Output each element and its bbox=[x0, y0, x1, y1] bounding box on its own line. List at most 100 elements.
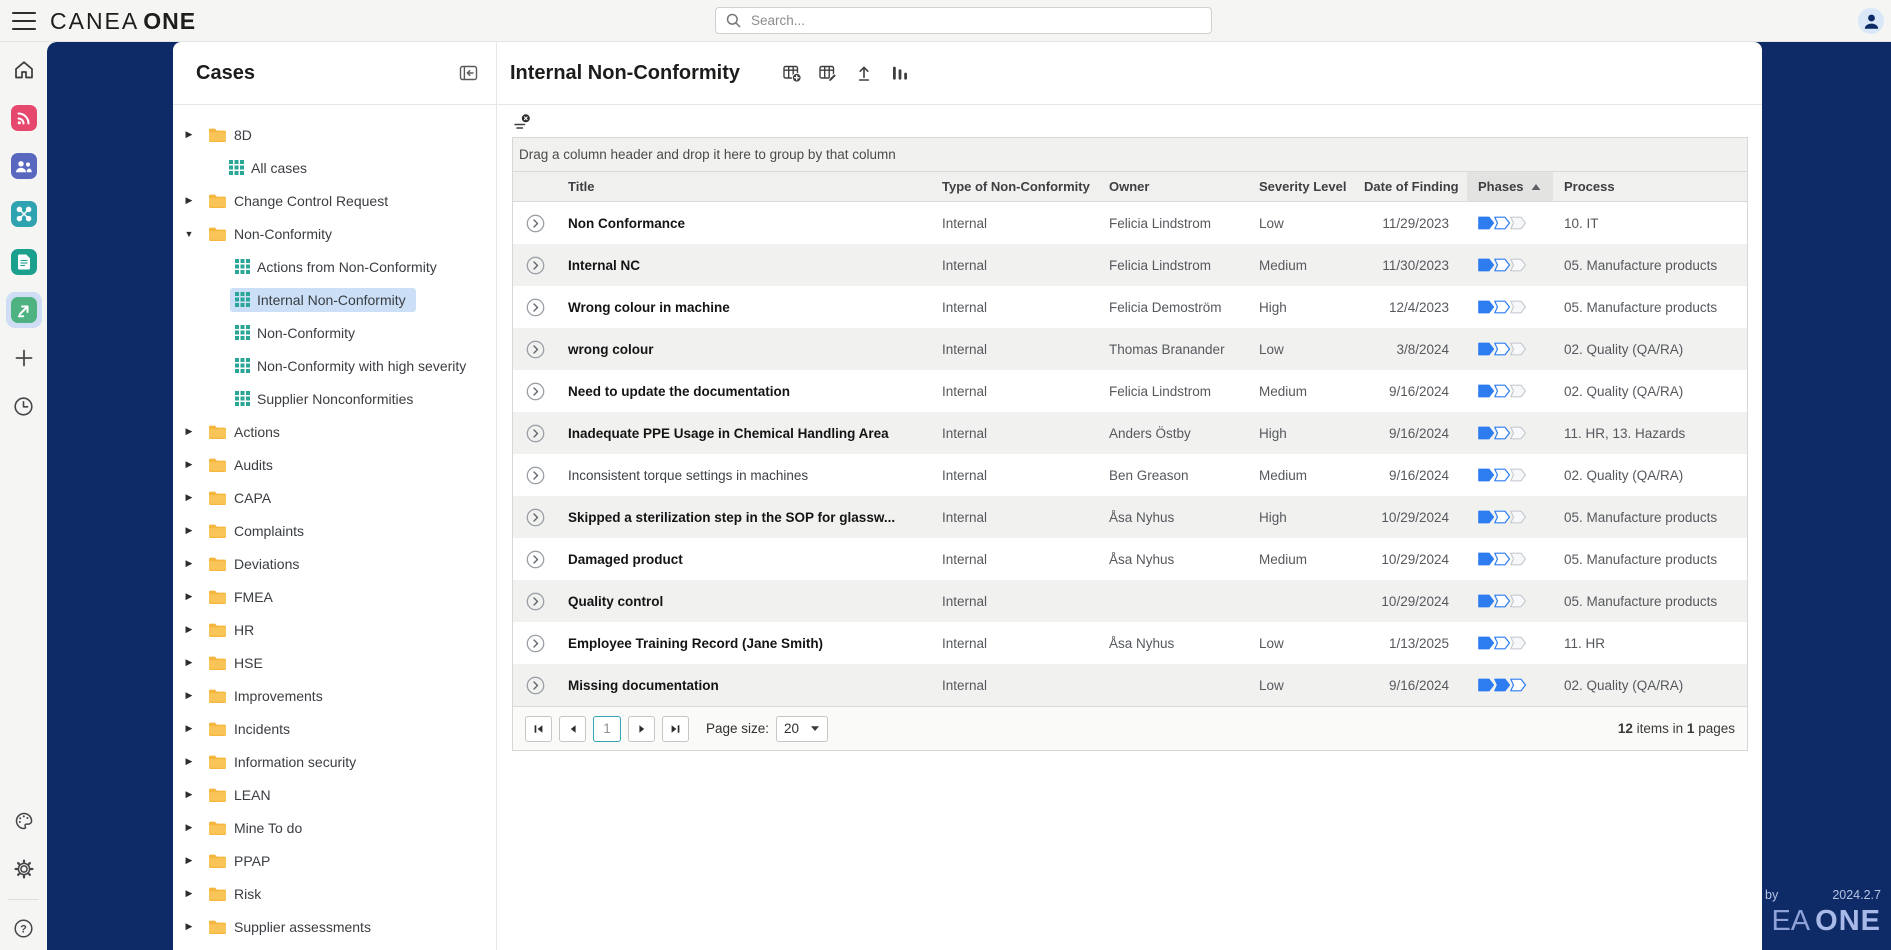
expand-arrow-icon[interactable]: ▶ bbox=[182, 690, 196, 701]
next-page-button[interactable] bbox=[628, 716, 655, 742]
search-input[interactable] bbox=[749, 12, 1211, 29]
expand-arrow-icon[interactable]: ▶ bbox=[182, 459, 196, 470]
page-size-select[interactable]: 20 bbox=[776, 716, 828, 742]
expand-arrow-icon[interactable]: ▶ bbox=[182, 195, 196, 206]
tree-item[interactable]: ▶ LEAN bbox=[173, 778, 496, 811]
expand-arrow-icon[interactable]: ▶ bbox=[182, 129, 196, 140]
tree-item[interactable]: ▶ 8D bbox=[173, 118, 496, 151]
table-row[interactable]: Quality control Internal 10/29/2024 05. … bbox=[513, 580, 1747, 622]
table-row[interactable]: Wrong colour in machine Internal Felicia… bbox=[513, 286, 1747, 328]
table-row[interactable]: Employee Training Record (Jane Smith) In… bbox=[513, 622, 1747, 664]
expand-arrow-icon[interactable]: ▶ bbox=[182, 558, 196, 569]
expand-row-button[interactable] bbox=[526, 676, 545, 695]
statistics-button[interactable] bbox=[890, 63, 910, 83]
table-row[interactable]: Inconsistent torque settings in machines… bbox=[513, 454, 1747, 496]
add-record-button[interactable] bbox=[782, 63, 802, 83]
tree-item[interactable]: ▼ Non-Conformity bbox=[173, 217, 496, 250]
expand-row-button[interactable] bbox=[526, 424, 545, 443]
rail-item-theme[interactable] bbox=[0, 797, 47, 845]
filter-button[interactable] bbox=[512, 112, 532, 131]
rail-item-network-app[interactable] bbox=[0, 190, 47, 238]
expand-arrow-icon[interactable]: ▶ bbox=[182, 888, 196, 899]
expand-row-button[interactable] bbox=[526, 634, 545, 653]
edit-table-button[interactable] bbox=[818, 63, 838, 83]
table-row[interactable]: Non Conformance Internal Felicia Lindstr… bbox=[513, 202, 1747, 244]
column-header-process[interactable]: Process bbox=[1553, 172, 1747, 201]
table-row[interactable]: Need to update the documentation Interna… bbox=[513, 370, 1747, 412]
expand-row-button[interactable] bbox=[526, 592, 545, 611]
table-row[interactable]: Damaged product Internal Åsa Nyhus Mediu… bbox=[513, 538, 1747, 580]
prev-page-button[interactable] bbox=[559, 716, 586, 742]
rail-item-cases-app-selected[interactable] bbox=[0, 286, 47, 334]
tree-item[interactable]: ▶ Deviations bbox=[173, 547, 496, 580]
expand-row-button[interactable] bbox=[526, 298, 545, 317]
rail-item-people-app[interactable] bbox=[0, 142, 47, 190]
tree-item[interactable]: ▶ HSE bbox=[173, 646, 496, 679]
rail-item-history[interactable] bbox=[0, 382, 47, 430]
expand-arrow-icon[interactable]: ▶ bbox=[182, 756, 196, 767]
column-header-type[interactable]: Type of Non-Conformity bbox=[931, 172, 1098, 201]
tree-item[interactable]: ▶ Improvements bbox=[173, 679, 496, 712]
expand-row-button[interactable] bbox=[526, 382, 545, 401]
first-page-button[interactable] bbox=[525, 716, 552, 742]
current-page[interactable]: 1 bbox=[593, 716, 621, 742]
tree-item[interactable]: ▶ Audits bbox=[173, 448, 496, 481]
global-search[interactable] bbox=[715, 7, 1212, 34]
tree-item[interactable]: ▶ Change Control Request bbox=[173, 184, 496, 217]
tree-item[interactable]: ▶ Risk bbox=[173, 877, 496, 910]
tree-item[interactable]: All cases bbox=[173, 151, 496, 184]
expand-row-button[interactable] bbox=[526, 214, 545, 233]
last-page-button[interactable] bbox=[662, 716, 689, 742]
expand-arrow-icon[interactable]: ▶ bbox=[182, 855, 196, 866]
expand-arrow-icon[interactable]: ▶ bbox=[182, 921, 196, 932]
rail-item-documents-app[interactable] bbox=[0, 238, 47, 286]
expand-arrow-icon[interactable]: ▶ bbox=[182, 657, 196, 668]
user-avatar[interactable] bbox=[1858, 8, 1884, 34]
expand-arrow-icon[interactable]: ▶ bbox=[182, 789, 196, 800]
table-row[interactable]: Missing documentation Internal Low 9/16/… bbox=[513, 664, 1747, 706]
tree-item[interactable]: Non-Conformity bbox=[173, 316, 496, 349]
tree-item[interactable]: ▶ Incidents bbox=[173, 712, 496, 745]
table-row[interactable]: wrong colour Internal Thomas Branander L… bbox=[513, 328, 1747, 370]
expand-row-button[interactable] bbox=[526, 340, 545, 359]
tree-item[interactable]: Actions from Non-Conformity bbox=[173, 250, 496, 283]
expand-arrow-icon[interactable]: ▶ bbox=[182, 723, 196, 734]
table-row[interactable]: Inadequate PPE Usage in Chemical Handlin… bbox=[513, 412, 1747, 454]
tree-item[interactable]: ▶ Complaints bbox=[173, 514, 496, 547]
rail-item-add-app[interactable] bbox=[0, 334, 47, 382]
export-button[interactable] bbox=[854, 63, 874, 83]
tree-item[interactable]: ▶ HR bbox=[173, 613, 496, 646]
expand-arrow-icon[interactable]: ▶ bbox=[182, 525, 196, 536]
expand-row-button[interactable] bbox=[526, 466, 545, 485]
tree-item[interactable]: ▶ CAPA bbox=[173, 481, 496, 514]
expand-arrow-icon[interactable]: ▶ bbox=[182, 822, 196, 833]
column-header-phases[interactable]: Phases bbox=[1467, 172, 1553, 201]
expand-arrow-icon[interactable]: ▶ bbox=[182, 492, 196, 503]
tree-item[interactable]: ▶ Mine To do bbox=[173, 811, 496, 844]
tree-item[interactable]: ▶ Actions bbox=[173, 415, 496, 448]
collapse-panel-button[interactable] bbox=[457, 62, 480, 84]
table-row[interactable]: Internal NC Internal Felicia Lindstrom M… bbox=[513, 244, 1747, 286]
expand-arrow-icon[interactable]: ▶ bbox=[182, 426, 196, 437]
expand-arrow-icon[interactable]: ▶ bbox=[182, 624, 196, 635]
tree-item-selected[interactable]: Internal Non-Conformity bbox=[173, 283, 496, 316]
hamburger-menu-button[interactable] bbox=[12, 12, 36, 30]
column-header-severity[interactable]: Severity Level bbox=[1248, 172, 1353, 201]
column-header-owner[interactable]: Owner bbox=[1098, 172, 1248, 201]
tree-item[interactable]: ▶ FMEA bbox=[173, 580, 496, 613]
expand-row-button[interactable] bbox=[526, 508, 545, 527]
tree-item[interactable]: Non-Conformity with high severity bbox=[173, 349, 496, 382]
rail-item-broadcast-app[interactable] bbox=[0, 94, 47, 142]
expand-row-button[interactable] bbox=[526, 550, 545, 569]
expand-row-button[interactable] bbox=[526, 256, 545, 275]
rail-item-home[interactable] bbox=[0, 46, 47, 94]
column-header-date[interactable]: Date of Finding bbox=[1353, 172, 1467, 201]
group-drop-zone[interactable]: Drag a column header and drop it here to… bbox=[513, 138, 1747, 172]
table-row[interactable]: Skipped a sterilization step in the SOP … bbox=[513, 496, 1747, 538]
tree-item[interactable]: Supplier Nonconformities bbox=[173, 382, 496, 415]
tree-item[interactable]: ▶ Supplier assessments bbox=[173, 910, 496, 943]
rail-item-help[interactable]: ? bbox=[0, 906, 47, 950]
expand-arrow-icon[interactable]: ▼ bbox=[182, 229, 196, 239]
tree-item[interactable]: ▶ Information security bbox=[173, 745, 496, 778]
tree-item[interactable]: ▶ PPAP bbox=[173, 844, 496, 877]
